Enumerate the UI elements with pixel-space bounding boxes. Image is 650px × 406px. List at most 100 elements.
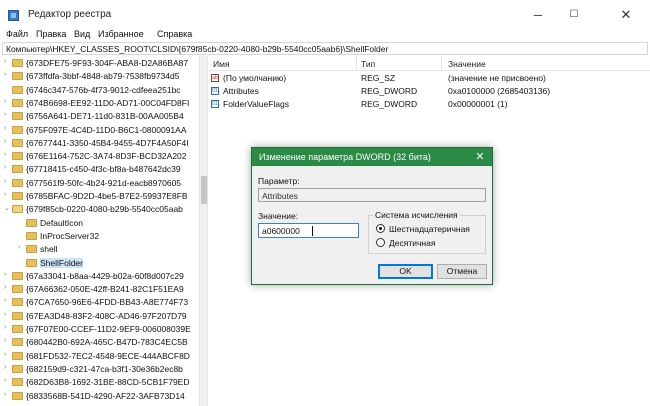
edit-dword-dialog: Изменение параметра DWORD (32 бита) ✕ Па… [251,147,493,285]
address-bar[interactable]: Компьютер\HKEY_CLASSES_ROOT\CLSID\{679f8… [2,42,648,55]
hexadecimal-radio[interactable] [376,224,385,233]
tree-item[interactable]: › {677561f9-50fc-4b24-921d-eacb8970605 [2,178,199,189]
tree-item-label: {682159d9-c321-47ca-b3f1-30e36b2ec8b [26,363,183,374]
tree-item[interactable]: › {675F097E-4C4D-11D0-B6C1-0800091AA [2,125,199,136]
menu-view[interactable]: Вид [74,29,90,39]
dialog-title-bar[interactable]: Изменение параметра DWORD (32 бита) ✕ [252,148,492,166]
tree-item[interactable]: ⌄ {679f85cb-0220-4080-b29b-5540cc05aab [2,204,199,215]
chevron-right-icon[interactable]: › [4,125,6,132]
value-row-foldervalueflags[interactable]: 011 FolderValueFlags REG_DWORD 0x0000000… [208,99,650,110]
dword-value-icon: 011 [211,100,220,108]
tree-item[interactable]: › {67677441-3350-45B4-9455-4D7F4A50F4I [2,138,199,149]
tree-item[interactable]: › {673ffdfa-3bbf-4848-ab79-7538fb9734d5 [2,71,199,82]
tree-item[interactable]: › {67F07E00-CCEF-11D2-9EF9-006008039E [2,324,199,335]
tree-scrollbar[interactable] [199,56,207,406]
maximize-button[interactable]: ☐ [556,4,592,26]
chevron-right-icon[interactable]: › [4,111,6,118]
chevron-right-icon[interactable]: › [4,311,6,318]
folder-icon [26,245,37,254]
chevron-down-icon[interactable]: ⌄ [4,204,10,212]
value-row-default[interactable]: ab (По умолчанию) REG_SZ (значение не пр… [208,73,650,84]
chevron-right-icon[interactable]: › [4,364,6,371]
folder-icon [12,125,23,134]
chevron-right-icon[interactable]: › [4,271,6,278]
chevron-right-icon[interactable]: › [4,58,6,65]
chevron-right-icon[interactable]: › [4,164,6,171]
tree-item[interactable]: › {676E1164-752C-3A74-8D3F-BCD32A202 [2,151,199,162]
close-button[interactable]: ✕ [608,4,644,26]
parameter-name-field: Attributes [258,188,486,202]
chevron-right-icon[interactable]: › [4,71,6,78]
minimize-button[interactable]: ─ [520,4,556,26]
column-header-data[interactable]: Значение [448,59,486,69]
chevron-right-icon[interactable]: › [4,138,6,145]
chevron-right-icon[interactable]: › [4,151,6,158]
chevron-right-icon[interactable]: › [18,244,20,251]
tree-item[interactable]: › {682159d9-c321-47ca-b3f1-30e36b2ec8b [2,364,199,375]
tree-item-label: {67EA3D48-83F2-408C-AD46-97F207D79 [26,310,187,321]
value-type: REG_SZ [361,73,396,83]
tree-item[interactable]: › {673DFE75-9F93-304F-ABA8-D2A86BA87 [2,58,199,69]
tree-item[interactable]: ShellFolder [2,257,199,269]
tree-item[interactable]: › {67CA7650-96E6-4FDD-BB43-A8E774F73 [2,297,199,308]
chevron-right-icon[interactable]: › [4,178,6,185]
tree-item[interactable]: InProcServer32 [2,231,199,242]
tree-item[interactable]: › {67A66362-050E-42ff-B241-82C1F51EA9 [2,284,199,295]
menu-bar: Файл Правка Вид Избранное Справка [0,29,650,41]
tree-item[interactable]: › {67EA3D48-83F2-408C-AD46-97F207D79 [2,311,199,322]
chevron-right-icon[interactable]: › [4,324,6,331]
chevron-right-icon[interactable]: › [4,297,6,304]
tree-item[interactable]: › {6785BFAC-9D2D-4be5-B7E2-59937E8FB [2,191,199,202]
chevron-right-icon[interactable]: › [4,337,6,344]
value-row-attributes[interactable]: 011 Attributes REG_DWORD 0xa0100000 (268… [208,86,650,97]
tree-item-label: {6833568B-541D-4290-AF22-3AFB73D14 [26,390,185,401]
tree-item[interactable]: {6746c347-576b-4f73-9012-cdfeea251bc [2,85,199,96]
chevron-right-icon[interactable]: › [4,351,6,358]
decimal-label[interactable]: Десятичная [389,238,435,248]
chevron-right-icon[interactable]: › [4,284,6,291]
dialog-close-button[interactable]: ✕ [472,150,488,164]
value-name: FolderValueFlags [223,99,289,109]
tree-item[interactable]: › {6833568B-541D-4290-AF22-3AFB73D14 [2,391,199,402]
tree-item-label: {67718415-c450-4f3c-bf8a-b487642dc39 [26,164,181,175]
chevron-right-icon[interactable]: › [4,191,6,198]
value-data: 0xa0100000 (2685403136) [448,86,551,96]
window-title: Редактор реестра [28,9,112,20]
menu-help[interactable]: Справка [157,29,192,39]
tree-item[interactable]: › {674B6698-EE92-11D0-AD71-00C04FD8FI [2,98,199,109]
tree-item[interactable]: › {682D63B8-1692-31BE-88CD-5CB1F79ED [2,377,199,388]
column-divider[interactable] [441,56,442,71]
ok-button[interactable]: OK [378,264,433,279]
tree-item-label: {674B6698-EE92-11D0-AD71-00C04FD8FI [26,97,190,108]
folder-icon [12,98,23,107]
folder-icon [12,178,23,187]
column-divider[interactable] [356,56,357,71]
column-header-name[interactable]: Имя [213,59,230,69]
chevron-right-icon[interactable]: › [4,377,6,384]
decimal-radio[interactable] [376,238,385,247]
folder-icon [26,218,37,227]
tree-item[interactable]: › {6756A641-DE71-11d0-831B-00AA005B4 [2,111,199,122]
tree-item[interactable]: DefaultIcon [2,218,199,229]
tree-item-label: {679f85cb-0220-4080-b29b-5540cc05aab [26,204,183,215]
menu-edit[interactable]: Правка [36,29,66,39]
menu-favorites[interactable]: Избранное [98,29,144,39]
chevron-right-icon[interactable]: › [4,98,6,105]
dialog-title: Изменение параметра DWORD (32 бита) [259,152,431,162]
menu-file[interactable]: Файл [6,29,28,39]
folder-icon [12,72,23,81]
hexadecimal-label[interactable]: Шестнадцатеричная [389,224,470,234]
tree-item[interactable]: › {681FD532-7EC2-4548-9ECE-444ABCF8D [2,351,199,362]
folder-icon [12,298,23,307]
tree-item[interactable]: › {67a33041-b8aa-4429-b02a-60f8d007c29 [2,271,199,282]
tree-item-label: {67CA7650-96E6-4FDD-BB43-A8E774F73 [26,297,189,308]
title-bar: Редактор реестра ─ ☐ ✕ [0,0,650,29]
tree-item[interactable]: › {67718415-c450-4f3c-bf8a-b487642dc39 [2,164,199,175]
column-header-type[interactable]: Тип [361,59,375,69]
tree-item[interactable]: › shell [2,244,199,255]
cancel-button[interactable]: Отмена [437,264,487,279]
value-data-input[interactable]: a0600000 [258,223,359,238]
tree-item[interactable]: › {680442B0-692A-465C-B47D-783C4EC5B [2,337,199,348]
value-label: Значение: [258,211,299,221]
chevron-right-icon[interactable]: › [4,391,6,398]
